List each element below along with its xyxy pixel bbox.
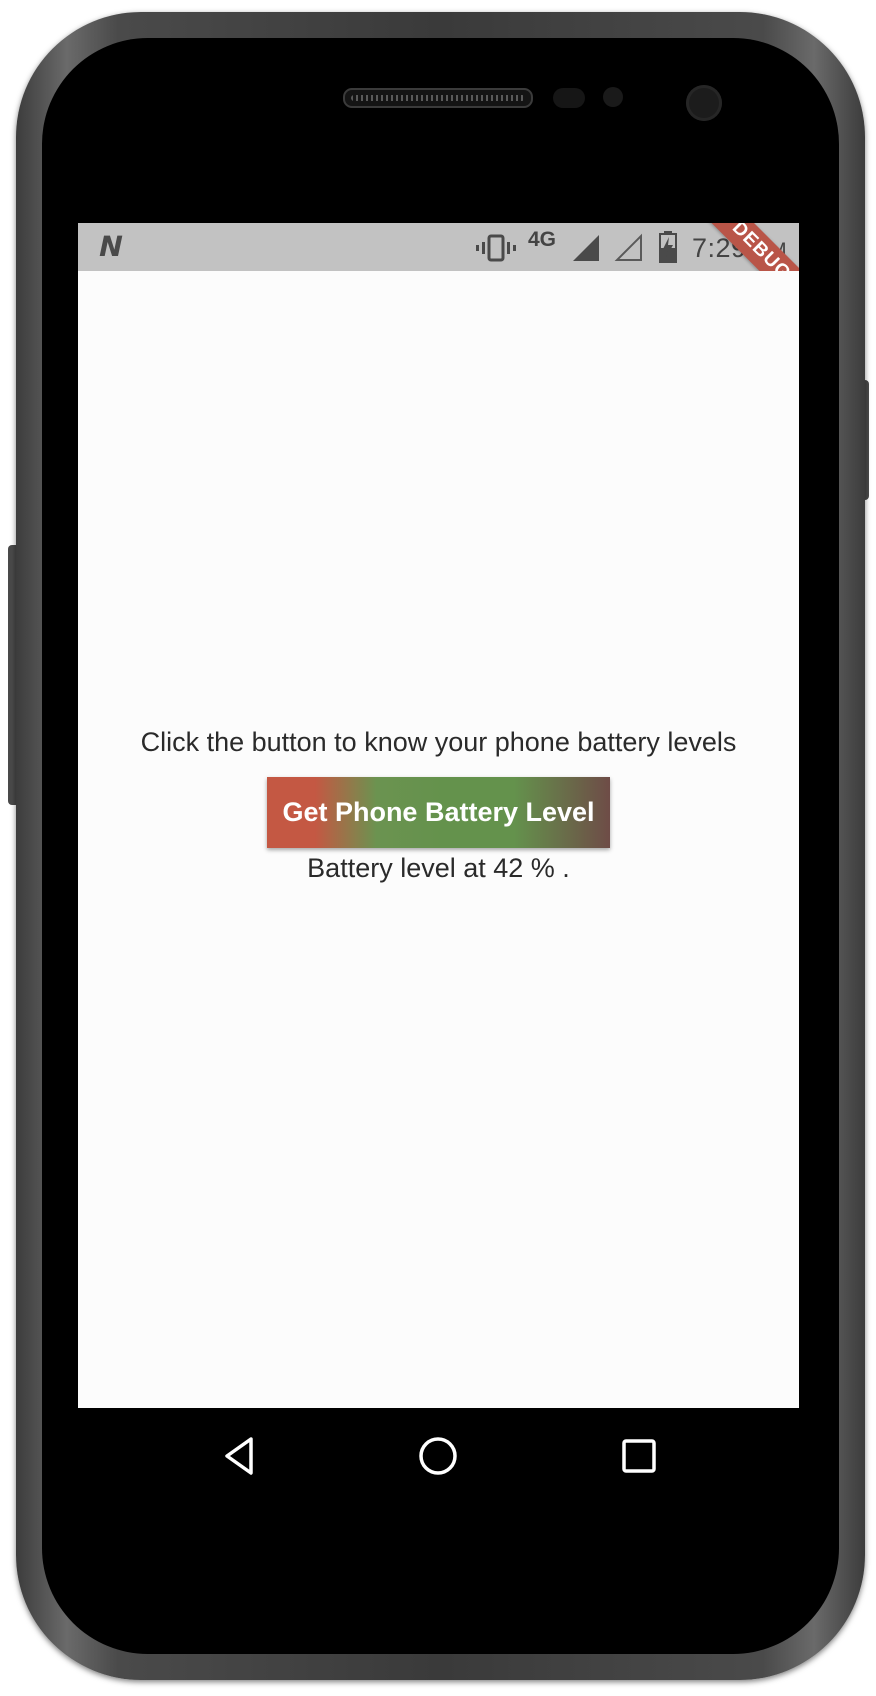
signal-empty-icon — [614, 233, 642, 261]
back-triangle-icon[interactable] — [217, 1433, 263, 1479]
recent-square-icon[interactable] — [616, 1433, 662, 1479]
earpiece-speaker — [343, 88, 533, 108]
screen: N 4G 7:29 AM DEBUG Click the b — [78, 223, 799, 1507]
n-logo-icon: N — [95, 230, 127, 263]
signal-full-icon — [573, 235, 599, 261]
network-type-label: 4G — [528, 228, 557, 251]
get-battery-level-button[interactable]: Get Phone Battery Level — [267, 777, 610, 848]
light-sensor — [603, 87, 623, 107]
navigation-bar — [78, 1408, 799, 1507]
proximity-sensor — [553, 88, 585, 108]
home-circle-icon[interactable] — [415, 1433, 461, 1479]
battery-charging-icon — [659, 231, 677, 263]
app-body: Click the button to know your phone batt… — [78, 271, 799, 1408]
battery-result-text: Battery level at 42 % . — [307, 853, 570, 883]
vibrate-icon — [476, 234, 516, 262]
front-camera — [686, 85, 722, 121]
instruction-text: Click the button to know your phone batt… — [140, 727, 737, 757]
